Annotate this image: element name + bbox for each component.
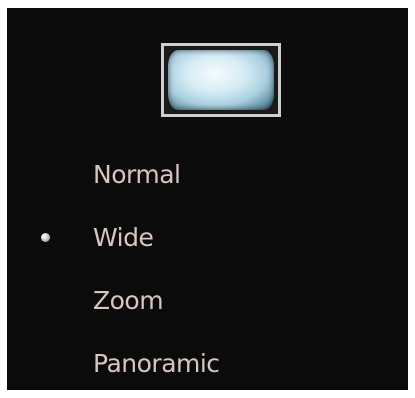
selected-indicator-icon	[41, 233, 50, 242]
option-wide[interactable]: Wide	[7, 218, 307, 258]
option-label: Zoom	[93, 286, 164, 315]
option-label: Panoramic	[93, 349, 220, 378]
aspect-ratio-menu: Normal Wide Zoom Panoramic	[7, 8, 408, 390]
option-panoramic[interactable]: Panoramic	[7, 344, 307, 384]
option-label: Normal	[93, 160, 181, 189]
option-zoom[interactable]: Zoom	[7, 281, 307, 321]
screen-preview-icon	[161, 43, 281, 117]
option-label: Wide	[93, 223, 154, 252]
screen-preview-image	[168, 50, 274, 110]
option-normal[interactable]: Normal	[7, 155, 307, 195]
